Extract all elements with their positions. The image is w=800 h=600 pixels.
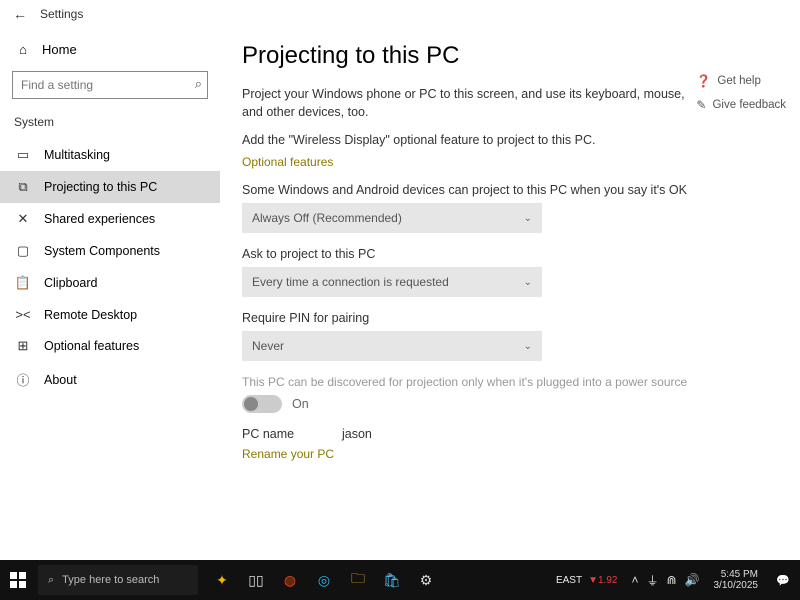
rename-pc-link[interactable]: Rename your PC bbox=[242, 447, 334, 461]
taskbar: ⌕ Type here to search ✦ ▯▯ ◍ ◎ 🗀 🛍 ⚙ EAS… bbox=[0, 560, 800, 600]
sidebar-home-label: Home bbox=[42, 42, 77, 57]
tray-network-icon[interactable]: ⏚ bbox=[646, 572, 658, 589]
feature-note: Add the "Wireless Display" optional feat… bbox=[242, 133, 702, 147]
availability-value: Always Off (Recommended) bbox=[252, 211, 402, 225]
taskbar-news-widget[interactable]: EAST ▼1.92 bbox=[548, 575, 626, 586]
pcname-key: PC name bbox=[242, 427, 302, 441]
action-center-button[interactable]: 💬 bbox=[766, 560, 800, 600]
help-icon: ❓ bbox=[696, 74, 711, 88]
chevron-down-icon: ⌄ bbox=[524, 213, 532, 224]
sidebar-item-system-components[interactable]: ▢ System Components bbox=[0, 235, 220, 267]
tray-wifi-icon[interactable]: ⋒ bbox=[666, 573, 676, 587]
pin-value: Never bbox=[252, 339, 284, 353]
gear-icon: ⚙ bbox=[420, 572, 433, 589]
task-view-button[interactable]: ▯▯ bbox=[242, 560, 270, 600]
sidebar-group-label: System bbox=[0, 109, 220, 139]
back-button[interactable]: ← bbox=[8, 6, 32, 22]
taskbar-clock[interactable]: 5:45 PM 3/10/2025 bbox=[706, 569, 767, 591]
setting-pin-label: Require PIN for pairing bbox=[242, 311, 702, 325]
optional-features-link[interactable]: Optional features bbox=[242, 155, 333, 169]
office-icon: ◍ bbox=[284, 572, 296, 589]
stock-name: EAST bbox=[556, 575, 582, 586]
clock-date: 3/10/2025 bbox=[714, 580, 759, 591]
copilot-icon: ✦ bbox=[216, 572, 228, 589]
setting-ask-label: Ask to project to this PC bbox=[242, 247, 702, 261]
intro-text: Project your Windows phone or PC to this… bbox=[242, 86, 702, 121]
sidebar: ⌂ Home ⌕ System ▭ Multitasking ⧉ Project… bbox=[0, 28, 220, 560]
sidebar-home[interactable]: ⌂ Home bbox=[0, 36, 220, 63]
ask-dropdown[interactable]: Every time a connection is requested ⌄ bbox=[242, 267, 542, 297]
discover-toggle[interactable] bbox=[242, 395, 282, 413]
notification-icon: 💬 bbox=[776, 574, 790, 587]
chevron-down-icon: ⌄ bbox=[524, 341, 532, 352]
window-title: Settings bbox=[40, 7, 83, 21]
sidebar-item-label: Clipboard bbox=[44, 276, 98, 290]
sidebar-item-projecting[interactable]: ⧉ Projecting to this PC bbox=[0, 171, 220, 203]
multitasking-icon: ▭ bbox=[14, 147, 32, 163]
main-content: Projecting to this PC ❓ Get help ✎ Give … bbox=[220, 28, 800, 560]
sidebar-item-label: Optional features bbox=[44, 339, 139, 353]
feedback-icon: ✎ bbox=[696, 98, 706, 112]
sidebar-item-clipboard[interactable]: 📋 Clipboard bbox=[0, 267, 220, 299]
sidebar-item-about[interactable]: ⓘ About bbox=[0, 362, 220, 397]
power-note: This PC can be discovered for projection… bbox=[242, 375, 702, 389]
get-help-label: Get help bbox=[717, 75, 760, 87]
home-icon: ⌂ bbox=[14, 42, 32, 57]
about-icon: ⓘ bbox=[14, 370, 32, 389]
sidebar-item-label: Multitasking bbox=[44, 148, 110, 162]
setting-availability-label: Some Windows and Android devices can pro… bbox=[242, 183, 702, 197]
taskbar-app-explorer[interactable]: 🗀 bbox=[344, 560, 372, 600]
edge-icon: ◎ bbox=[318, 572, 330, 589]
start-button[interactable] bbox=[0, 560, 36, 600]
projecting-icon: ⧉ bbox=[14, 179, 32, 195]
availability-dropdown[interactable]: Always Off (Recommended) ⌄ bbox=[242, 203, 542, 233]
clock-time: 5:45 PM bbox=[714, 569, 759, 580]
optional-features-icon: ⊞ bbox=[14, 338, 32, 354]
search-input[interactable] bbox=[12, 71, 208, 99]
sidebar-item-label: System Components bbox=[44, 244, 160, 258]
give-feedback-label: Give feedback bbox=[712, 99, 786, 111]
taskbar-search-placeholder: Type here to search bbox=[62, 574, 159, 586]
shared-experiences-icon: ✕ bbox=[14, 211, 32, 227]
store-icon: 🛍 bbox=[383, 572, 401, 589]
taskview-icon: ▯▯ bbox=[248, 572, 263, 589]
ask-value: Every time a connection is requested bbox=[252, 275, 449, 289]
windows-icon bbox=[10, 572, 26, 588]
taskbar-app-office[interactable]: ◍ bbox=[276, 560, 304, 600]
pin-dropdown[interactable]: Never ⌄ bbox=[242, 331, 542, 361]
sidebar-item-label: Projecting to this PC bbox=[44, 180, 157, 194]
get-help-link[interactable]: ❓ Get help bbox=[696, 74, 786, 88]
remote-desktop-icon: >< bbox=[14, 307, 32, 322]
taskbar-search[interactable]: ⌕ Type here to search bbox=[38, 565, 198, 595]
page-title: Projecting to this PC bbox=[242, 42, 780, 70]
sidebar-item-remote-desktop[interactable]: >< Remote Desktop bbox=[0, 299, 220, 330]
folder-icon: 🗀 bbox=[351, 568, 365, 592]
discover-toggle-label: On bbox=[292, 397, 309, 411]
pcname-value: jason bbox=[342, 427, 372, 441]
sidebar-item-label: About bbox=[44, 373, 77, 387]
search-icon: ⌕ bbox=[48, 574, 54, 587]
taskbar-app-edge[interactable]: ◎ bbox=[310, 560, 338, 600]
copilot-button[interactable]: ✦ bbox=[208, 560, 236, 600]
taskbar-app-settings[interactable]: ⚙ bbox=[412, 560, 440, 600]
give-feedback-link[interactable]: ✎ Give feedback bbox=[696, 98, 786, 112]
sidebar-item-optional-features[interactable]: ⊞ Optional features bbox=[0, 330, 220, 362]
chevron-down-icon: ⌄ bbox=[524, 277, 532, 288]
sidebar-item-label: Shared experiences bbox=[44, 212, 155, 226]
tray-volume-icon[interactable]: 🔊 bbox=[685, 573, 700, 587]
components-icon: ▢ bbox=[14, 243, 32, 259]
sidebar-item-multitasking[interactable]: ▭ Multitasking bbox=[0, 139, 220, 171]
clipboard-icon: 📋 bbox=[14, 275, 32, 291]
taskbar-app-store[interactable]: 🛍 bbox=[378, 560, 406, 600]
sidebar-item-label: Remote Desktop bbox=[44, 308, 137, 322]
tray-chevron-icon[interactable]: ˄ bbox=[631, 573, 638, 587]
stock-delta: ▼1.92 bbox=[588, 575, 617, 586]
sidebar-item-shared-experiences[interactable]: ✕ Shared experiences bbox=[0, 203, 220, 235]
